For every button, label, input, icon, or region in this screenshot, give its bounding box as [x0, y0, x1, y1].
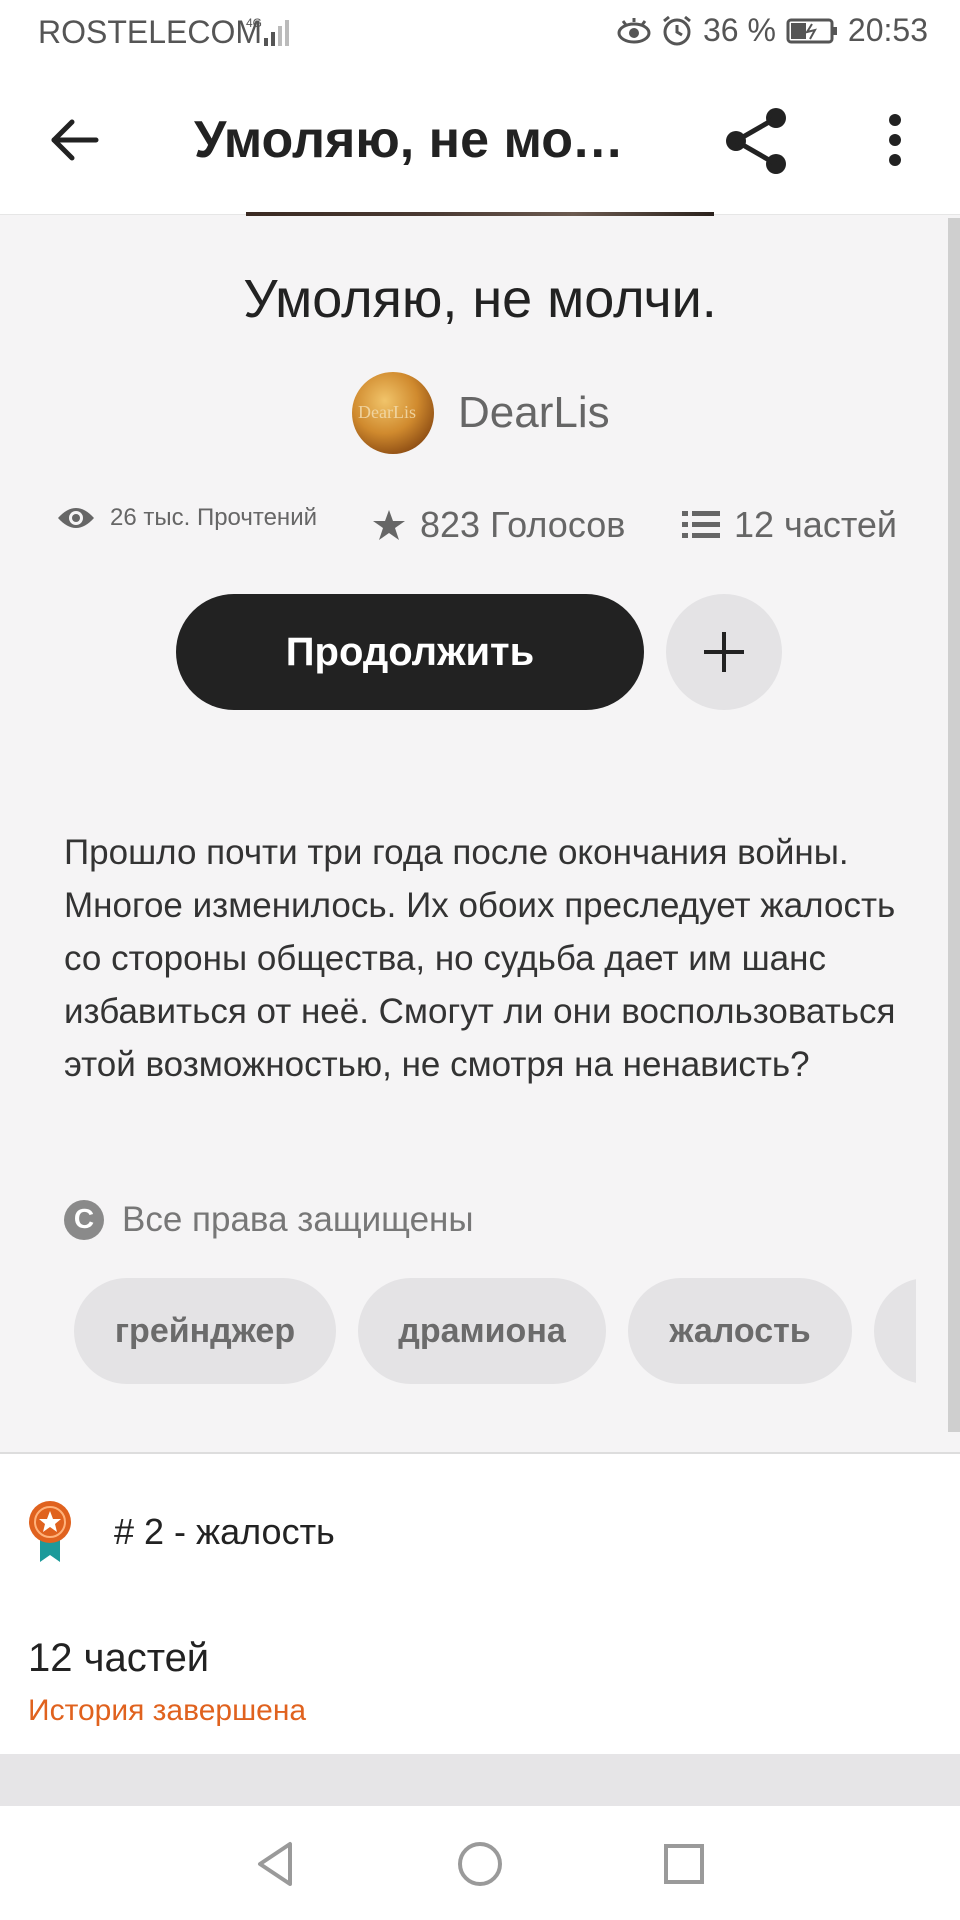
tag-chip[interactable]: драмиона: [358, 1278, 606, 1384]
award-badge-icon: [29, 1501, 71, 1562]
star-icon: [373, 510, 405, 540]
plus-icon: [704, 632, 744, 672]
story-stats: 26 тыс. Прочтений 823 Голосов 12 частей: [0, 504, 960, 564]
status-bar: ROSTELECOM 4G 36 % 20:53: [0, 0, 960, 66]
signal-icon: 4G: [246, 16, 289, 46]
story-title: Умоляю, не молчи.: [243, 269, 717, 329]
reads-count: 26 тыс. Прочтений: [110, 504, 317, 531]
eye-comfort-icon: [617, 17, 651, 43]
continue-reading-button[interactable]: Продолжить: [176, 594, 644, 710]
ranking-label[interactable]: # 2 - жалость: [114, 1511, 335, 1553]
scrollbar-thumb[interactable]: [948, 218, 960, 1432]
alarm-icon: [663, 15, 691, 45]
system-nav-bar: [0, 1806, 960, 1920]
copyright-icon: C: [64, 1200, 104, 1240]
reads-stat: 26 тыс. Прочтений: [56, 504, 317, 532]
toc-parts-count[interactable]: 12 частей: [28, 1636, 209, 1681]
nav-back-icon[interactable]: [248, 1836, 304, 1892]
tag-chip[interactable]: грейнджер: [74, 1278, 336, 1384]
carrier-name: ROSTELECOM: [38, 14, 263, 50]
back-arrow-icon[interactable]: [46, 112, 102, 168]
nav-home-icon[interactable]: [452, 1836, 508, 1892]
eye-icon: [58, 508, 94, 528]
add-to-library-button[interactable]: [666, 594, 782, 710]
parts-stat[interactable]: 12 частей: [682, 504, 897, 546]
votes-count: 823 Голосов: [420, 504, 626, 545]
parts-count-label: 12 частей: [734, 504, 898, 545]
avatar-text: DearLis: [358, 402, 416, 422]
votes-stat: 823 Голосов: [372, 504, 625, 546]
tag-chip[interactable]: жалость: [628, 1278, 852, 1384]
avatar[interactable]: DearLis: [352, 372, 434, 454]
app-bar: Умоляю, не мол…: [0, 66, 960, 215]
copyright-notice: C Все права защищены: [64, 1200, 474, 1240]
app-bar-title: Умоляю, не мол…: [194, 111, 634, 169]
clock: 20:53: [847, 12, 928, 48]
more-vert-icon[interactable]: [880, 112, 910, 168]
network-type: 4G: [246, 16, 262, 30]
battery-icon: [786, 18, 837, 43]
battery-percent: 36 %: [702, 12, 776, 48]
tags-row[interactable]: грейнджер драмиона жалость: [74, 1278, 916, 1384]
tag-chip-partial[interactable]: [874, 1278, 916, 1384]
share-icon[interactable]: [722, 106, 792, 176]
author-link[interactable]: DearLis DearLis: [352, 372, 610, 454]
story-description: Прошло почти три года после окончания во…: [64, 833, 896, 1084]
story-completion-status: История завершена: [28, 1694, 307, 1727]
list-icon: [682, 511, 720, 538]
author-name[interactable]: DearLis: [458, 388, 610, 438]
status-right: 36 % 20:53: [617, 12, 928, 49]
ranking-row[interactable]: # 2 - жалость: [26, 1500, 335, 1564]
cover-image-edge: [246, 212, 714, 216]
copyright-text: Все права защищены: [122, 1200, 474, 1239]
content-separator: [0, 1754, 960, 1806]
nav-recents-icon[interactable]: [656, 1836, 712, 1892]
